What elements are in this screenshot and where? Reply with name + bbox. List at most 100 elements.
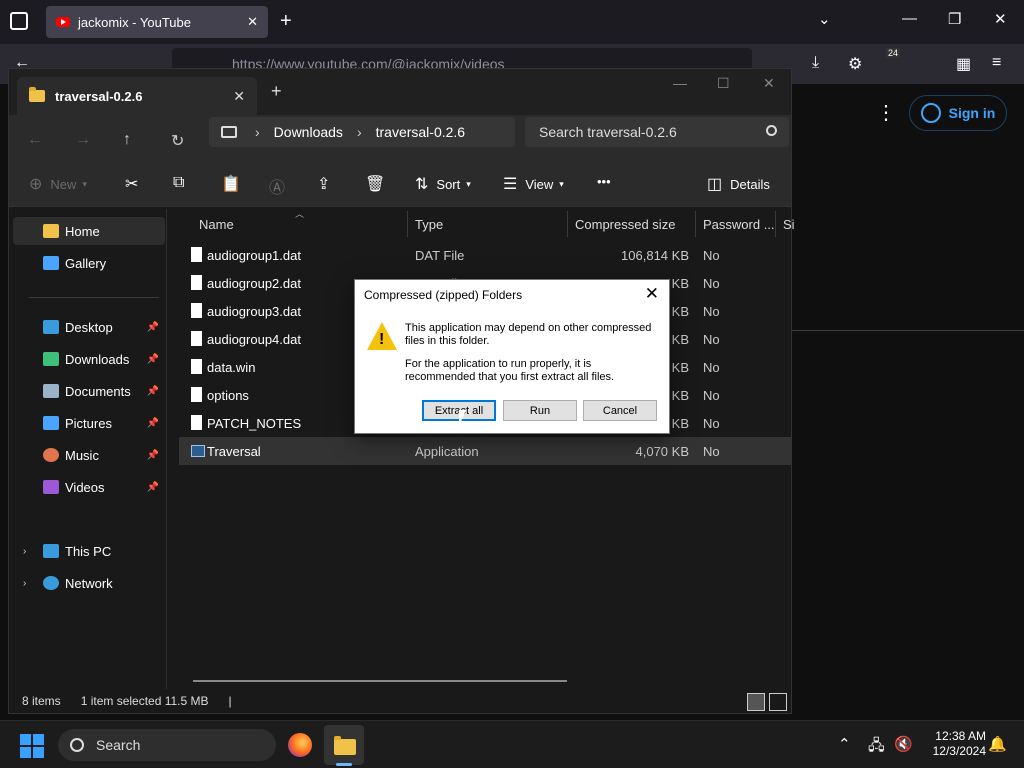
menu-icon[interactable]: ≡ (992, 54, 1001, 72)
volume-muted-icon[interactable]: 🔇 (894, 735, 913, 753)
pin-icon[interactable]: 📌 (147, 482, 159, 493)
extensions-icon[interactable]: ⚙ (848, 54, 862, 74)
pin-icon[interactable]: 📌 (147, 450, 159, 461)
sidebar-item-this-pc[interactable]: › This PC (13, 537, 165, 565)
chevron-down-icon: ▾ (466, 178, 471, 189)
column-divider[interactable] (567, 211, 568, 237)
firefox-icon[interactable] (288, 733, 312, 757)
copy-icon[interactable]: ⧉ (173, 174, 192, 192)
sidebar-item-gallery[interactable]: Gallery (13, 249, 165, 277)
tiles-view-icon[interactable] (769, 693, 787, 711)
sign-in-button[interactable]: Sign in (909, 95, 1007, 131)
details-button[interactable]: ◫ Details (707, 174, 770, 194)
more-icon[interactable]: ⋮ (876, 100, 896, 125)
table-row-selected[interactable]: Traversal Application 4,070 KB No (179, 437, 791, 465)
refresh-icon[interactable]: ↻ (171, 131, 184, 151)
sidebar-item-home[interactable]: Home (13, 217, 165, 245)
forward-icon[interactable]: → (75, 131, 91, 149)
breadcrumb[interactable]: › Downloads › traversal-0.2.6 (209, 117, 515, 147)
file-password: No (703, 360, 720, 375)
column-divider[interactable] (775, 211, 776, 237)
maximize-icon[interactable]: ☐ (717, 75, 730, 92)
clock[interactable]: 12:38 AM 12/3/2024 (920, 729, 986, 759)
account-icon (920, 103, 941, 123)
explorer-tab-title: traversal-0.2.6 (55, 88, 143, 104)
up-icon[interactable]: ↑ (123, 131, 131, 149)
folder-icon (29, 87, 45, 102)
chevron-down-icon[interactable]: ⌄ (818, 10, 831, 28)
chevron-right-icon[interactable]: › (23, 578, 26, 589)
restore-icon[interactable]: ❐ (948, 10, 961, 28)
file-password: No (703, 276, 720, 291)
column-size[interactable]: Si (783, 217, 795, 232)
column-divider[interactable] (407, 211, 408, 237)
sidebar-item-music[interactable]: Music 📌 (13, 441, 165, 469)
start-button[interactable] (20, 734, 44, 758)
close-icon[interactable]: ✕ (233, 88, 245, 105)
sidebar-item-network[interactable]: › Network (13, 569, 165, 597)
new-tab-icon[interactable]: + (280, 10, 292, 33)
pc-icon (43, 544, 59, 558)
network-icon[interactable]: 🖧 (868, 735, 885, 760)
paste-icon[interactable]: 📋 (221, 174, 249, 194)
column-compressed-size[interactable]: Compressed size (575, 217, 675, 232)
warning-mark: ! (379, 331, 385, 348)
column-type[interactable]: Type (415, 217, 443, 232)
chevron-right-icon[interactable]: › (23, 546, 26, 557)
rename-icon[interactable]: Ⓐ (269, 174, 293, 198)
new-button[interactable]: ⊕ New ▾ (29, 174, 87, 194)
file-icon (191, 247, 202, 262)
pin-icon[interactable]: 📌 (147, 354, 159, 365)
sidebar-item-label: Documents (65, 383, 131, 399)
share-icon[interactable]: ⇪ (317, 174, 338, 194)
search-input[interactable]: Search traversal-0.2.6 (525, 117, 789, 147)
date: 12/3/2024 (932, 744, 986, 758)
horizontal-scrollbar[interactable] (193, 680, 567, 682)
notification-bell-icon[interactable]: 🔔 (988, 735, 1007, 753)
table-row[interactable]: audiogroup1.dat DAT File 106,814 KB No (179, 241, 791, 269)
close-icon[interactable]: ✕ (247, 14, 258, 30)
close-icon[interactable]: ✕ (645, 284, 659, 304)
file-explorer-taskbar-button[interactable] (324, 725, 364, 765)
back-icon[interactable]: ← (27, 131, 43, 149)
file-name: Traversal (207, 444, 261, 459)
cut-icon[interactable]: ✂ (125, 174, 146, 194)
delete-icon[interactable]: 🗑 (365, 174, 393, 194)
more-options-icon[interactable]: ••• (597, 174, 611, 189)
details-view-icon[interactable] (747, 693, 765, 711)
minimize-icon[interactable]: — (673, 75, 687, 91)
cancel-button[interactable]: Cancel (583, 400, 657, 421)
download-icon[interactable]: ⤓ (812, 54, 819, 72)
breadcrumb-folder[interactable]: traversal-0.2.6 (376, 124, 465, 140)
sort-label: Sort (436, 176, 461, 192)
tab-list-icon[interactable] (10, 12, 28, 30)
new-tab-icon[interactable]: + (271, 81, 282, 102)
breadcrumb-downloads[interactable]: Downloads (274, 124, 343, 140)
column-name[interactable]: Name (199, 217, 234, 232)
column-password[interactable]: Password ... (703, 217, 775, 232)
browser-tab-youtube[interactable]: jackomix - YouTube ✕ (46, 6, 268, 38)
column-divider[interactable] (695, 211, 696, 237)
explorer-tab[interactable]: traversal-0.2.6 ✕ (17, 77, 257, 115)
sort-button[interactable]: ⇅ Sort ▾ (415, 174, 471, 194)
close-window-icon[interactable]: ✕ (994, 10, 1007, 28)
apps-icon[interactable]: ▦ (956, 54, 971, 74)
chevron-up-icon[interactable]: ⌃ (838, 735, 851, 753)
file-size: 4,070 KB (635, 444, 690, 459)
sidebar-item-pictures[interactable]: Pictures 📌 (13, 409, 165, 437)
home-icon (43, 224, 59, 238)
view-button[interactable]: ☰ View ▾ (503, 174, 564, 194)
run-button[interactable]: Run (503, 400, 577, 421)
sidebar-item-documents[interactable]: Documents 📌 (13, 377, 165, 405)
sidebar-item-videos[interactable]: Videos 📌 (13, 473, 165, 501)
pin-icon[interactable]: 📌 (147, 322, 159, 333)
sidebar-item-label: Pictures (65, 415, 112, 431)
minimize-icon[interactable]: — (902, 10, 917, 27)
pin-icon[interactable]: 📌 (147, 418, 159, 429)
taskbar-search[interactable]: Search (58, 729, 276, 761)
view-icon: ☰ (503, 176, 518, 193)
pin-icon[interactable]: 📌 (147, 386, 159, 397)
sidebar-item-desktop[interactable]: Desktop 📌 (13, 313, 165, 341)
close-window-icon[interactable]: ✕ (763, 75, 775, 92)
sidebar-item-downloads[interactable]: Downloads 📌 (13, 345, 165, 373)
